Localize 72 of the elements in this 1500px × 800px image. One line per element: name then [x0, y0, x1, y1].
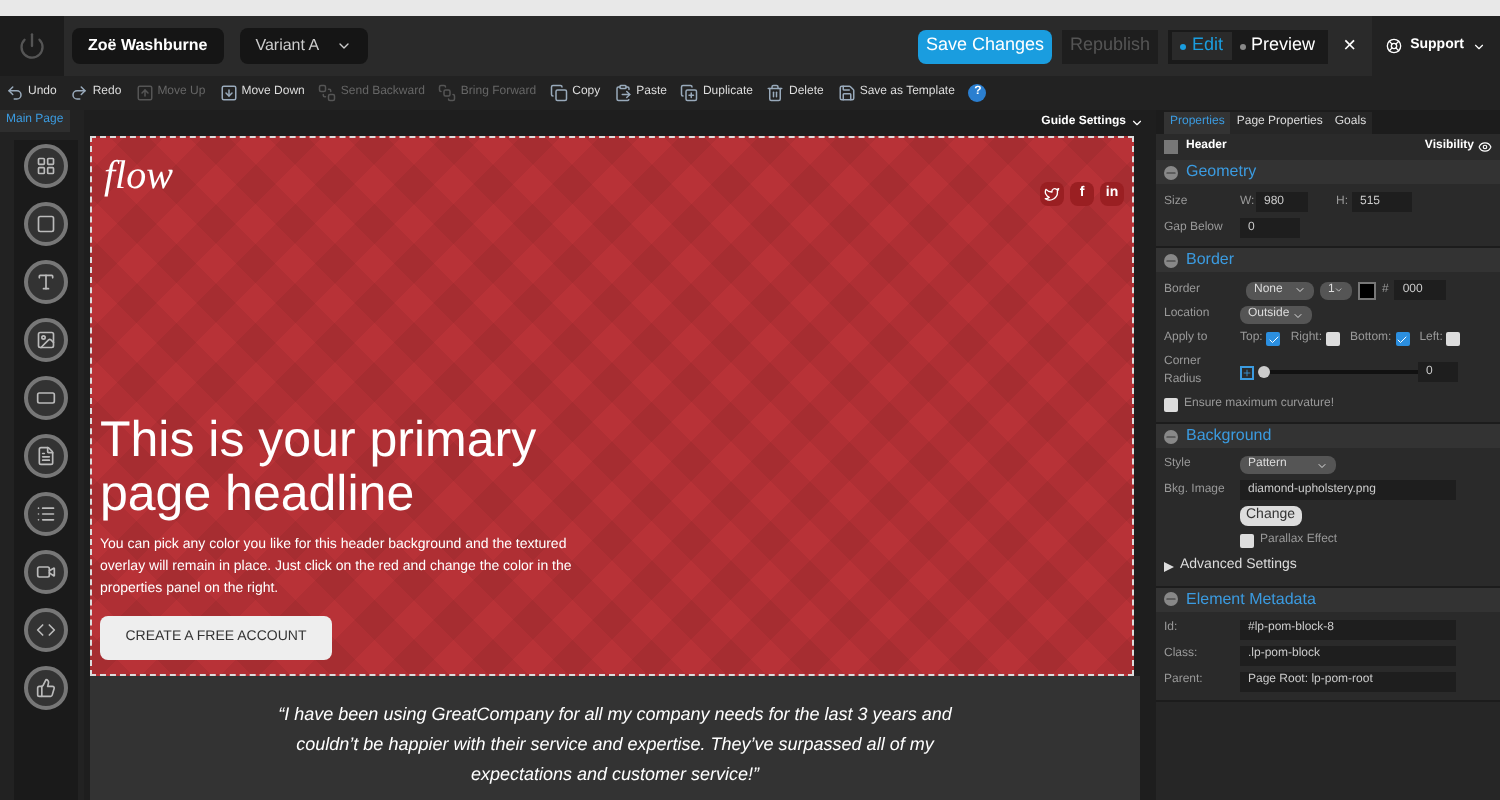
radius-slider[interactable] [1258, 365, 1418, 379]
close-button[interactable]: × [1343, 29, 1356, 63]
tool-button[interactable] [24, 260, 68, 305]
text-icon [36, 272, 56, 293]
button-shape-icon [36, 388, 56, 409]
section-header[interactable]: Border [1156, 248, 1500, 272]
mode-tab[interactable]: Edit [1172, 32, 1232, 60]
caret-icon [1294, 284, 1306, 296]
collapse-icon [1164, 592, 1178, 606]
tool-button[interactable] [24, 434, 68, 479]
video-icon [36, 562, 56, 583]
tool-button[interactable] [24, 666, 68, 711]
logo: flow [104, 152, 173, 202]
arrow-up-icon [135, 84, 154, 102]
section-header[interactable]: Geometry [1156, 160, 1500, 184]
power-icon [18, 32, 46, 60]
redo-icon [70, 84, 89, 102]
square-icon [36, 214, 56, 235]
code-icon [36, 620, 56, 641]
mode-tab[interactable]: Preview [1231, 32, 1324, 60]
checkbox[interactable] [1164, 398, 1178, 412]
save-icon [837, 84, 856, 102]
testimonial-quote: “I have been using GreatCompany for all my company needs for the last 3 years and couldn’t be happier with their service and expertise. They’ve surpassed all of my expectations and customer service!” [276, 702, 954, 788]
copy-icon [550, 84, 569, 102]
caret-icon [1334, 284, 1344, 296]
caret-icon [1316, 459, 1328, 471]
arrow-down-icon [219, 84, 238, 102]
grid-icon [36, 156, 56, 177]
checkbox[interactable] [1240, 534, 1254, 548]
collapse-icon [1164, 165, 1178, 179]
lifebuoy-icon [1386, 38, 1403, 54]
tool-button[interactable] [24, 202, 68, 247]
tool-button[interactable] [24, 608, 68, 653]
element-swatch [1164, 140, 1178, 154]
variant-dropdown[interactable]: Variant A [239, 28, 368, 64]
tool-button[interactable] [24, 318, 68, 363]
bird-icon [1044, 186, 1060, 202]
caret-icon [1292, 309, 1304, 321]
collapse-icon [1164, 429, 1178, 443]
undo-icon [6, 84, 24, 102]
collapse-icon [1164, 253, 1178, 267]
twitter-button[interactable] [1040, 182, 1064, 206]
layers-icon [438, 84, 457, 102]
list-icon [36, 504, 56, 525]
checkbox[interactable] [1326, 332, 1341, 346]
expand-arrow-icon [1164, 561, 1174, 572]
clipboard-icon [614, 84, 633, 102]
section-header[interactable]: Background [1156, 424, 1500, 448]
checkbox[interactable] [1395, 332, 1410, 346]
header-section[interactable] [90, 136, 1134, 676]
tool-button[interactable] [24, 550, 68, 595]
document-icon [36, 446, 56, 467]
layers-icon [318, 84, 337, 102]
trash-icon [766, 84, 785, 102]
copy-plus-icon [680, 84, 699, 102]
checkbox[interactable] [1266, 332, 1281, 346]
caret-icon [1130, 116, 1144, 130]
thumbs-up-icon [36, 678, 56, 699]
tool-button[interactable] [24, 492, 68, 537]
tool-button[interactable] [24, 144, 68, 189]
image-icon [36, 330, 56, 351]
checkbox[interactable] [1446, 332, 1461, 346]
slider-thumb[interactable] [1258, 366, 1270, 378]
plus-icon[interactable] [1240, 365, 1254, 379]
caret-icon [335, 38, 352, 54]
tool-button[interactable] [24, 376, 68, 421]
user-button[interactable]: Zoë Washburne [72, 28, 224, 64]
color-swatch[interactable] [1358, 281, 1376, 299]
eye-icon[interactable] [1478, 140, 1492, 154]
section-header[interactable]: Element Metadata [1156, 587, 1500, 611]
headline: This is your primary page headline [100, 414, 539, 522]
caret-icon [1471, 39, 1486, 53]
